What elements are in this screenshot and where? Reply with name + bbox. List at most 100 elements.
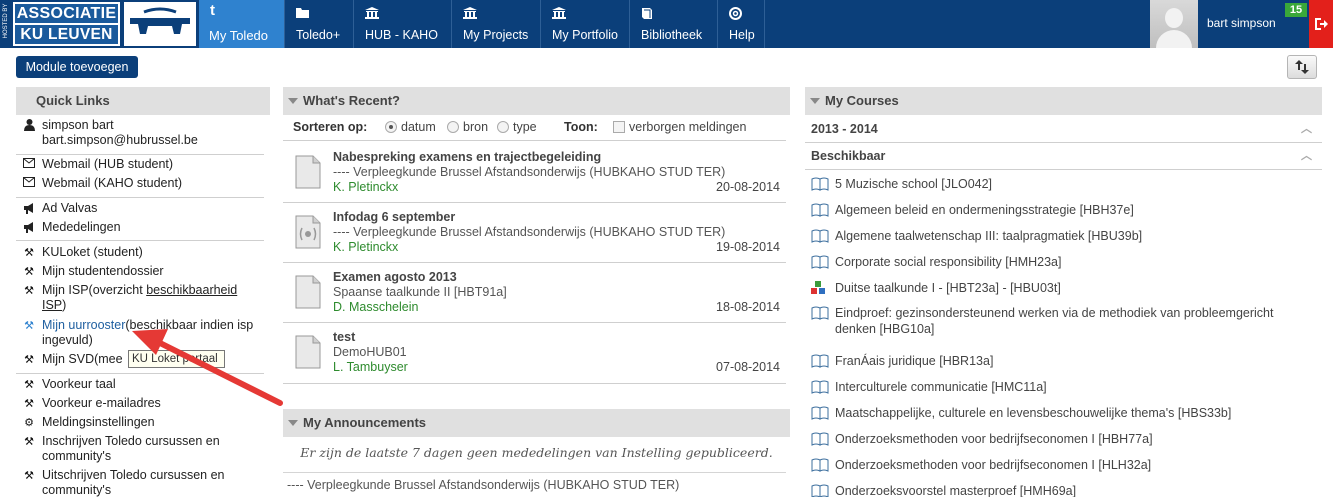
notification-badge[interactable]: 15 — [1285, 3, 1307, 17]
course-label[interactable]: Maatschappelijke, culturele en levensbes… — [835, 405, 1315, 421]
recent-item-author[interactable]: L. Tambuyser — [333, 360, 408, 374]
chevron-up-icon[interactable]: ︿ — [1301, 116, 1312, 142]
quick-links-title: Quick Links — [16, 87, 270, 115]
course-group-label: Beschikbaar — [811, 149, 886, 163]
nav-label: Toledo+ — [296, 28, 341, 42]
collapse-triangle-icon[interactable] — [810, 98, 820, 104]
recent-item-author[interactable]: K. Pletinckx — [333, 180, 398, 194]
book-icon — [811, 406, 829, 420]
sort-option-bron[interactable]: bron — [447, 120, 488, 134]
folder-icon — [296, 7, 310, 19]
institution-icon — [463, 7, 477, 19]
tools-icon: ⚒ — [24, 247, 34, 259]
hidden-notifications-label: verborgen meldingen — [629, 120, 747, 134]
nav-toledo-plus[interactable]: Toledo+ — [286, 0, 354, 48]
course-label[interactable]: Algemene taalwetenschap III: taalpragmat… — [835, 228, 1315, 244]
recent-item[interactable]: Infodag 6 september ---- Verpleegkunde B… — [283, 207, 786, 264]
academic-year-row[interactable]: 2013 - 2014 ︿ — [805, 116, 1322, 142]
recent-item[interactable]: test DemoHUB01 L. Tambuyser 07-08-2014 — [283, 327, 786, 384]
course-label[interactable]: Duitse taalkunde I - [HBT23a] - [HBU03t] — [835, 280, 1315, 296]
course-label[interactable]: Algemeen beleid en ondermeningsstrategie… — [835, 202, 1315, 218]
my-announcements-header[interactable]: My Announcements — [283, 409, 790, 437]
recent-item[interactable]: Nabespreking examens en trajectbegeleidi… — [283, 147, 786, 204]
recent-item-author[interactable]: K. Pletinckx — [333, 240, 398, 254]
recent-item-source: DemoHUB01 — [333, 345, 407, 359]
hosted-by-label: HOSTED BY — [3, 3, 9, 39]
nav-label: Bibliotheek — [641, 28, 703, 42]
radio-selected-icon[interactable] — [385, 121, 397, 133]
sort-option-label: datum — [401, 120, 436, 134]
profile-name: simpson bart — [42, 118, 114, 132]
checkbox-icon[interactable] — [613, 121, 625, 133]
collapse-triangle-icon[interactable] — [288, 98, 298, 104]
nav-my-projects[interactable]: My Projects — [453, 0, 541, 48]
recent-item-source: Spaanse taalkunde II [HBT91a] — [333, 285, 507, 299]
nav-my-toledo[interactable]: t My Toledo — [199, 0, 285, 48]
institution-icon — [365, 7, 379, 19]
recent-item-title[interactable]: Examen agosto 2013 — [333, 270, 457, 284]
hidden-notifications-toggle[interactable]: verborgen meldingen — [613, 120, 746, 134]
course-label[interactable]: FranÁais juridique [HBR13a] — [835, 353, 1315, 369]
course-label[interactable]: Onderzoeksmethoden voor bedrijfseconomen… — [835, 457, 1315, 473]
whats-recent-header[interactable]: What's Recent? — [283, 87, 790, 115]
nav-hub-kaho[interactable]: HUB - KAHO — [355, 0, 452, 48]
book-icon — [811, 229, 829, 243]
collapse-triangle-icon[interactable] — [288, 420, 298, 426]
book-icon — [811, 177, 829, 191]
nav-bibliotheek[interactable]: Bibliotheek — [631, 0, 718, 48]
radio-icon[interactable] — [497, 121, 509, 133]
nav-my-portfolio[interactable]: My Portfolio — [542, 0, 630, 48]
divider — [283, 140, 786, 141]
tools-icon: ⚒ — [24, 285, 34, 297]
avatar[interactable] — [1150, 0, 1198, 48]
radio-icon[interactable] — [447, 121, 459, 133]
course-group-row[interactable]: Beschikbaar ︿ — [805, 143, 1322, 169]
toggle-layout-button[interactable] — [1287, 55, 1317, 79]
institution-icon — [552, 7, 566, 19]
recent-item[interactable]: Examen agosto 2013 Spaanse taalkunde II … — [283, 267, 786, 324]
sort-option-label: bron — [463, 120, 489, 134]
user-name[interactable]: bart simpson — [1207, 16, 1276, 30]
course-label[interactable]: Interculturele communicatie [HMC11a] — [835, 379, 1315, 395]
recent-item-source: ---- Verpleegkunde Brussel Afstandsonder… — [333, 225, 726, 239]
course-label[interactable]: Onderzoeksmethoden voor bedrijfseconomen… — [835, 431, 1315, 447]
isp-suffix: ) — [62, 298, 67, 312]
document-icon — [295, 335, 321, 369]
recent-item-title[interactable]: Infodag 6 september — [333, 210, 455, 224]
recent-item-date: 18-08-2014 — [716, 300, 780, 314]
sort-option-datum[interactable]: datum — [385, 120, 436, 134]
isp-availability-link[interactable]: beschikbaarheid — [146, 283, 237, 297]
divider — [283, 383, 786, 384]
tools-icon: ⚒ — [24, 398, 34, 410]
sort-option-type[interactable]: type — [497, 120, 537, 134]
uurrooster-label[interactable]: Mijn uurrooster — [42, 318, 125, 332]
recent-item-title[interactable]: test — [333, 330, 355, 344]
top-navigation-bar: HOSTED BY ASSOCIATIE KU LEUVEN t My Tole… — [0, 0, 1333, 48]
course-label[interactable]: Onderzoeksvoorstel masterproef [HMH69a] — [835, 483, 1315, 497]
document-icon — [295, 275, 321, 309]
hub-logo[interactable] — [124, 2, 196, 46]
uitschrijven-label: Uitschrijven Toledo cursussen en communi… — [42, 468, 225, 497]
course-label[interactable]: Eindproef: gezinsondersteunend werken vi… — [835, 305, 1315, 337]
book-icon — [811, 203, 829, 217]
add-module-button[interactable]: Module toevoegen — [16, 56, 138, 78]
logout-button[interactable] — [1309, 0, 1333, 48]
isp-link-line2[interactable]: ISP — [42, 298, 62, 312]
logout-icon — [1315, 18, 1328, 30]
chevron-up-icon[interactable]: ︿ — [1301, 143, 1312, 169]
course-label[interactable]: 5 Muzische school [JLO042] — [835, 176, 1315, 192]
course-label[interactable]: Corporate social responsibility [HMH23a] — [835, 254, 1315, 270]
my-courses-header[interactable]: My Courses — [805, 87, 1322, 115]
announcements-course-line[interactable]: ---- Verpleegkunde Brussel Afstandsonder… — [287, 478, 679, 492]
recent-item-title[interactable]: Nabespreking examens en trajectbegeleidi… — [333, 150, 601, 164]
tools-icon: ⚒ — [24, 436, 34, 448]
book-icon — [811, 354, 829, 368]
divider — [805, 169, 1322, 170]
divider — [16, 154, 264, 155]
recent-item-author[interactable]: D. Masschelein — [333, 300, 418, 314]
isp-prefix: Mijn ISP(overzicht — [42, 283, 147, 297]
associatie-logo[interactable]: ASSOCIATIE KU LEUVEN — [13, 2, 120, 46]
nav-label: Help — [729, 28, 755, 42]
my-announcements-panel: My Announcements Er zijn de laatste 7 da… — [283, 409, 790, 492]
nav-help[interactable]: Help — [719, 0, 765, 48]
